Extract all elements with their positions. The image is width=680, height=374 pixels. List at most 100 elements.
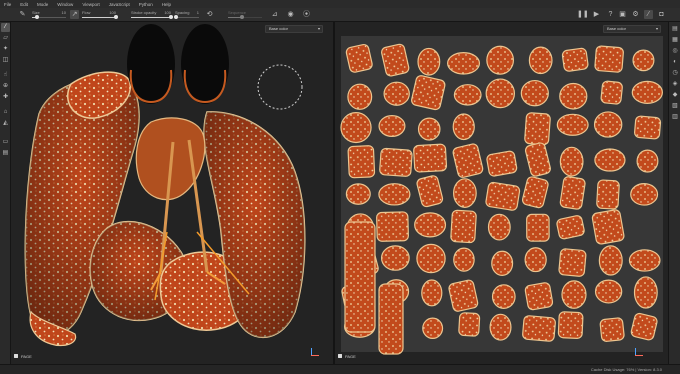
display-icon[interactable]: ◐ [671,58,679,66]
uv-texture-map [340,36,663,355]
uv-island [376,211,409,242]
uv-island [599,317,625,342]
menu-python[interactable]: Python [139,2,153,7]
uv-island [557,311,584,339]
eye-icon[interactable]: ◉ [286,10,295,19]
uv-island [345,43,373,73]
lazy-mouse-icon[interactable]: ⟲ [205,10,214,19]
menu-edit[interactable]: Edit [20,2,28,7]
projection-icon[interactable]: ✦ [1,45,10,54]
sequence-slider[interactable]: Sequence [228,10,262,20]
size-slider[interactable]: Size 10 [32,10,66,20]
eraser-icon[interactable]: ▱ [1,34,10,43]
uv-island [561,280,587,309]
menu-bar: File Edit Mode Window Viewport JavaScrip… [0,0,680,8]
uv-island [524,282,554,311]
camera-icon[interactable]: ◆ [671,91,679,99]
uv-island [486,150,518,177]
layers-icon[interactable]: ▤ [671,25,679,33]
brush-cursor [257,64,303,110]
menu-mode[interactable]: Mode [37,2,48,7]
menu-file[interactable]: File [4,2,11,7]
viewport-2d[interactable]: Base color ▾ PAGE [335,22,668,364]
log-icon[interactable]: ◈ [671,80,679,88]
alignment-icon[interactable]: ↗ [70,10,79,19]
shader-icon[interactable]: ◎ [671,47,679,55]
uv-island [417,117,441,141]
play-icon[interactable]: ▶ [592,10,601,19]
uv-island [345,183,371,205]
brush-mode-icon[interactable]: ⁄ [644,10,653,19]
uv-island [340,112,372,144]
brush-preset-icon[interactable]: ✎ [18,10,27,19]
uv-island [556,113,589,136]
settings-icon[interactable]: ⚙ [631,10,640,19]
page-label: PAGE [21,353,32,359]
uv-island [559,176,586,210]
menu-viewport[interactable]: Viewport [82,2,99,7]
pen-pressure-icon[interactable]: ⦿ [302,10,311,19]
measure-icon[interactable]: ▭ [1,138,10,147]
stroke-opacity-slider[interactable]: Stroke opacity 100 [131,10,173,20]
properties-icon[interactable]: ▧ [671,102,679,110]
uv-island [631,80,663,104]
uv-island [380,245,410,271]
tool-sidebar: ⁄ ▱ ✦ ◫ ☝ ⊕ ✚ ⌂ ◭ ▭ ▤ [0,22,11,374]
uv-island [485,78,516,109]
uv-island [379,147,413,177]
uv-island [347,83,373,110]
uv-island [416,243,446,274]
uv-island [450,209,477,244]
uv-island [593,111,623,138]
spacing-slider[interactable]: Spacing 1 [174,10,199,20]
geometry-mask-icon[interactable]: ◫ [1,56,10,65]
menu-javascript[interactable]: JavaScript [109,2,130,7]
viewport-3d[interactable]: Base color ▾ PAGE [11,22,333,364]
page-label: PAGE [345,353,356,359]
history-icon[interactable]: ◷ [671,69,679,77]
uv-island [411,75,446,111]
uv-island [378,115,406,137]
uv-island [558,248,587,277]
screenshot-icon[interactable]: ◘ [657,10,666,19]
uv-island [489,313,512,341]
uv-island [559,82,588,110]
paint-brush-icon[interactable]: ⁄ [1,23,10,32]
symmetry-icon[interactable]: ⊿ [270,10,279,19]
uv-island [453,247,475,272]
anchor-icon[interactable]: ▤ [1,149,10,158]
bake-icon[interactable]: ⌂ [1,108,10,117]
video-camera-icon[interactable]: ▣ [618,10,627,19]
uv-island [594,148,626,172]
flow-slider[interactable]: Flow 100 [82,10,118,20]
uv-island [486,45,515,75]
tool-properties-bar: ✎ Size 10 ↗ Flow 100 Stroke opacity 100 … [0,8,680,22]
uv-island [453,84,482,106]
color-picker-icon[interactable]: ✚ [1,93,10,102]
viewport-footer-3d: PAGE [11,352,32,360]
menu-help[interactable]: Help [162,2,171,7]
uv-island [491,284,516,309]
uv-island [561,47,589,72]
uv-island [485,181,521,211]
page-checkbox[interactable] [338,354,342,358]
smudge-icon[interactable]: ☝ [1,71,10,80]
uv-island [600,80,623,105]
status-bar: Cache Disk Usage: 76% | Version: 8.3.0 [0,364,680,374]
polygon-fill-icon[interactable]: ◭ [1,119,10,128]
pause-icon[interactable]: ❚❚ [577,10,589,19]
assets-icon[interactable]: ▥ [671,113,679,121]
uv-island [413,143,448,173]
uv-island [448,279,479,312]
help-icon[interactable]: ? [606,10,615,19]
uv-island [630,312,658,341]
page-checkbox[interactable] [14,354,18,358]
uv-island [491,250,514,276]
clone-icon[interactable]: ⊕ [1,82,10,91]
uv-island [347,145,376,179]
texture-set-icon[interactable]: ▦ [671,36,679,44]
menu-window[interactable]: Window [57,2,73,7]
uv-island [414,212,447,238]
uv-island [634,115,662,140]
uv-island [596,179,620,210]
